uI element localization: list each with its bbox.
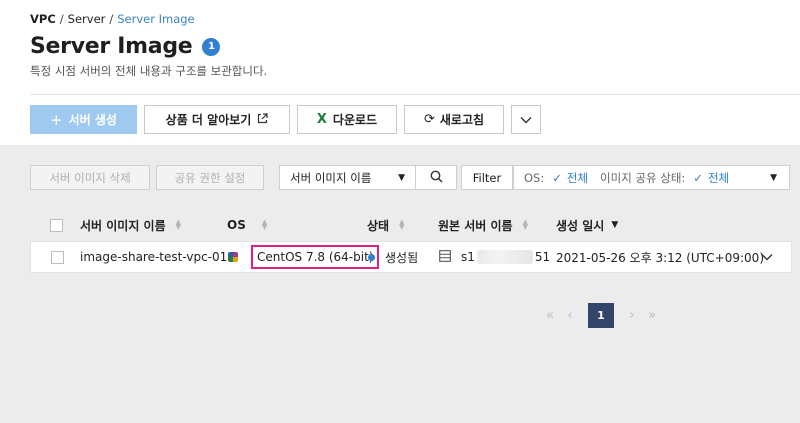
column-header-status[interactable]: 상태 ▲ ▼ [367,211,404,239]
os-filter-value: 전체 [566,170,589,185]
caret-down-icon: ▼ [398,172,405,183]
share-permission-button[interactable]: 공유 권한 설정 [156,165,264,190]
table-row[interactable]: image-share-test-vpc-01 CentOS 7.8 (64-b… [30,241,792,273]
search-button[interactable] [415,165,457,190]
check-icon: ✓ [552,170,562,185]
share-filter-value: 전체 [707,170,730,185]
plus-icon: + [50,110,63,129]
sort-icon: ▲ ▼ [522,218,528,231]
pagination: « ‹ 1 › » [540,303,662,328]
count-badge[interactable]: 1 [202,37,221,56]
row-checkbox-cell [51,242,64,272]
page-subtitle: 특정 시점 서버의 전체 내용과 구조를 보관합니다. [30,64,268,78]
chevron-down-icon [761,250,773,264]
status-text: 생성됨 [385,250,419,265]
filter-button[interactable]: Filter [461,165,513,190]
download-label: 다운로드 [332,113,378,127]
redacted-text [476,250,533,264]
sort-icon: ▲ ▼ [261,218,268,231]
column-header-os[interactable]: OS ▲ ▼ [227,211,267,239]
breadcrumb-current: Server Image [117,12,195,26]
column-header-label: 원본 서버 이름 [438,218,513,233]
column-header-label: 생성 일시 [556,218,605,233]
page-header: Server Image 1 [30,34,221,59]
origin-server-cell: s1 51 [439,242,550,272]
search-icon [430,170,443,186]
row-checkbox[interactable] [51,250,64,264]
prev-page-icon[interactable]: ‹ [560,308,580,323]
column-header-label: 서버 이미지 이름 [80,218,166,233]
column-header-label: OS [227,218,246,232]
refresh-label: 새로고침 [439,113,485,127]
select-all-checkbox-cell [50,211,63,239]
table-header: 서버 이미지 이름 ▲ ▼ OS ▲ ▼ 상태 ▲ ▼ 원본 서버 이름 ▲ ▼ 생성 … [30,211,792,239]
more-button[interactable] [511,105,541,134]
download-button[interactable]: X 다운로드 [297,105,397,134]
last-page-icon[interactable]: » [642,308,662,323]
learn-more-button[interactable]: 상품 더 알아보기 [144,105,290,134]
os-cell: CentOS 7.8 (64-bit) [228,242,380,272]
breadcrumb-separator: / [109,12,114,26]
excel-icon: X [316,112,327,127]
centos-icon [228,252,238,262]
column-header-label: 상태 [367,218,390,233]
caret-down-icon: ▼ [770,172,777,183]
filter-summary[interactable]: OS: ✓ 전체 이미지 공유 상태: ✓ 전체 ▼ [513,165,790,190]
chevron-down-icon [520,113,532,127]
created-cell: 2021-05-26 오후 3:12 (UTC+09:00) [556,250,764,265]
sort-icon: ▲ ▼ [175,218,182,231]
first-page-icon[interactable]: « [540,308,560,323]
page-title: Server Image [30,34,193,59]
image-name-cell[interactable]: image-share-test-vpc-01 [80,242,227,272]
refresh-button[interactable]: ⟳ 새로고침 [404,105,504,134]
page-button-current[interactable]: 1 [588,303,614,328]
os-filter-label: OS: [524,170,545,185]
origin-server-prefix: s1 [461,250,475,264]
server-icon [439,249,451,265]
column-header-name[interactable]: 서버 이미지 이름 ▲ ▼ [80,211,181,239]
status-dot-icon [368,253,375,261]
learn-more-label: 상품 더 알아보기 [165,113,252,127]
breadcrumb-server[interactable]: Server [68,12,106,26]
sort-icon: ▲ ▼ [399,218,405,231]
check-icon: ✓ [693,170,703,185]
toolbar: + 서버 생성 상품 더 알아보기 X 다운로드 ⟳ 새로고침 [30,105,541,134]
sort-desc-icon: ▼ [611,220,619,230]
refresh-icon: ⟳ [423,112,435,127]
breadcrumb: VPC / Server / Server Image [30,12,195,26]
external-link-icon [257,112,268,127]
next-page-icon[interactable]: › [622,308,642,323]
origin-server-suffix: 51 [534,250,551,264]
breadcrumb-separator: / [59,12,64,26]
select-all-checkbox[interactable] [50,218,63,232]
create-server-button[interactable]: + 서버 생성 [30,105,137,134]
create-server-label: 서버 생성 [68,113,117,127]
breadcrumb-vpc[interactable]: VPC [30,12,56,26]
os-name: CentOS 7.8 (64-bit) [251,245,380,269]
divider [30,94,800,95]
row-expand-button[interactable] [761,242,773,272]
share-filter-label: 이미지 공유 상태: [600,170,686,185]
delete-image-button[interactable]: 서버 이미지 삭제 [30,165,150,190]
search-field-select[interactable]: 서버 이미지 이름 ▼ [279,165,416,190]
search-field-label: 서버 이미지 이름 [290,170,372,185]
column-header-created[interactable]: 생성 일시 ▼ [556,211,618,239]
column-header-origin-server[interactable]: 원본 서버 이름 ▲ ▼ [438,211,528,239]
filter-bar: 서버 이미지 삭제 공유 권한 설정 서버 이미지 이름 ▼ Filter OS… [30,165,790,190]
status-cell: 생성됨 [368,242,418,272]
